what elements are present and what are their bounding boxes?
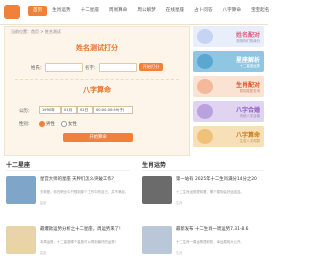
nav-item-dream[interactable]: 周公解梦 — [132, 6, 160, 16]
tool-panel: 当前位置：首页 > 姓名测试 姓名测试打分 姓氏： 名字： 开始打分 八字算命 … — [4, 26, 190, 156]
given-name-input[interactable] — [99, 63, 137, 72]
side-banner-sub: 传统八字合婚 — [239, 114, 260, 118]
article-card[interactable]: 星宫大师的星座 天秤们怎么突破工作? 天秤座，你在职业中只想到那个工作中的自己，… — [6, 176, 134, 206]
article-title[interactable]: 星宫大师的星座 天秤们怎么突破工作? — [40, 177, 130, 183]
score-button[interactable]: 开始打分 — [139, 63, 163, 71]
article-category: 星座 — [40, 201, 47, 205]
article-thumbnail — [142, 176, 172, 204]
site-logo[interactable] — [4, 5, 20, 19]
side-banner-star-analysis[interactable]: 星座解析 十二星座运势 — [193, 51, 264, 72]
zodiac-illustration-icon — [197, 79, 213, 94]
article-title[interactable]: 最爆款运势分析之十二星座，周运势来了! — [40, 227, 130, 233]
nav-item-bazi[interactable]: 八字算命 — [218, 6, 246, 16]
section-underline — [6, 170, 130, 171]
female-radio[interactable] — [61, 121, 67, 127]
section-divider — [15, 79, 179, 80]
day-select[interactable]: 02日 — [77, 106, 93, 114]
side-banner-name-match[interactable]: 姓名配对 测测你们的缘分 — [193, 26, 264, 47]
year-select[interactable]: 1990年 — [39, 106, 61, 114]
article-card[interactable]: 第一站有 2025年十二生肖满分14分之20 十二生肖运势提前看，哪个属相会好运… — [142, 176, 266, 206]
article-card[interactable]: 最新发布 十二生肖一周运势7.31-8.6 十二生肖一周运势提前知，幸运属相大公… — [142, 226, 266, 256]
article-thumbnail — [142, 226, 172, 254]
side-banner-bazi-marriage[interactable]: 八字合婚 传统八字合婚 — [193, 101, 264, 122]
article-summary: 十二生肖一周运势提前知，幸运属相大公开。 — [176, 240, 244, 244]
article-category: 生肖 — [176, 251, 183, 255]
star-illustration-icon — [197, 54, 213, 69]
article-card[interactable]: 最爆款运势分析之十二星座，周运势来了! 本周运势，十二星座哪个星座可以得到最好的… — [6, 226, 134, 256]
nav-item-online-star[interactable]: 在线星座 — [161, 6, 189, 16]
article-category: 生肖 — [176, 201, 183, 205]
nav-item-zodiac-fortune[interactable]: 生肖运势 — [47, 6, 75, 16]
article-summary: 本周运势，十二星座哪个星座可以得到最好的运势! — [40, 240, 116, 244]
article-thumbnail — [6, 226, 36, 254]
side-banner-sub: 生辰八字测算 — [239, 139, 260, 143]
surname-input[interactable] — [45, 63, 83, 72]
given-name-label: 名字： — [85, 66, 99, 71]
marriage-illustration-icon — [197, 104, 213, 119]
name-test-title: 姓名测试打分 — [76, 44, 118, 52]
month-select[interactable]: 01月 — [61, 106, 77, 114]
article-summary: 天秤座，你在职业中只想到那个工作中的自己，并不满足。 — [40, 190, 129, 194]
bazi-illustration-icon — [197, 129, 213, 144]
article-summary: 十二生肖运势提前看，哪个属相会好运连连。 — [176, 190, 244, 194]
side-banner-sub: 属相婚配查询 — [239, 89, 260, 93]
couple-illustration-icon — [197, 29, 213, 44]
gender-label: 性别： — [19, 122, 33, 127]
side-banner-sub: 测测你们的缘分 — [236, 39, 260, 43]
nav-item-home[interactable]: 首页 — [28, 6, 48, 16]
side-banner-bazi[interactable]: 八字算命 生辰八字测算 — [193, 126, 264, 147]
birth-label: 公历： — [19, 109, 33, 114]
nav-item-constellations[interactable]: 十二星座 — [76, 6, 104, 16]
hour-select[interactable]: 00:00-00:59(子) — [93, 106, 133, 114]
top-navigation: 首页 生肖运势 十二星座 周易算命 周公解梦 在线星座 占卜问答 八字算命 宝宝… — [0, 0, 269, 25]
nav-item-zhouyi[interactable]: 周易算命 — [104, 6, 132, 16]
bazi-title: 八字算命 — [83, 86, 111, 94]
article-title[interactable]: 最新发布 十二生肖一周运势7.31-8.6 — [176, 227, 262, 233]
section-underline — [142, 170, 264, 171]
nav-item-divination[interactable]: 占卜问答 — [189, 6, 217, 16]
start-bazi-button[interactable]: 开始算命 — [63, 133, 133, 142]
breadcrumb: 当前位置：首页 > 姓名测试 — [11, 29, 61, 34]
nav-item-naming[interactable]: 宝宝起名 — [246, 6, 274, 16]
male-label: 男性 — [46, 122, 55, 127]
section-title-constellations: 十二星座 — [6, 162, 31, 169]
main-nav: 首页 生肖运势 十二星座 周易算命 周公解梦 在线星座 占卜问答 八字算命 宝宝… — [28, 6, 274, 16]
article-thumbnail — [6, 176, 36, 204]
male-radio[interactable] — [39, 121, 45, 127]
side-banner-zodiac-match[interactable]: 生肖配对 属相婚配查询 — [193, 76, 264, 97]
article-category: 星座 — [40, 251, 47, 255]
female-label: 女性 — [68, 122, 77, 127]
article-title[interactable]: 第一站有 2025年十二生肖满分14分之20 — [176, 177, 262, 183]
surname-label: 姓氏： — [31, 66, 45, 71]
section-title-zodiac-fortune: 生肖运势 — [142, 162, 167, 169]
side-banner-sub: 十二星座运势 — [239, 64, 260, 68]
